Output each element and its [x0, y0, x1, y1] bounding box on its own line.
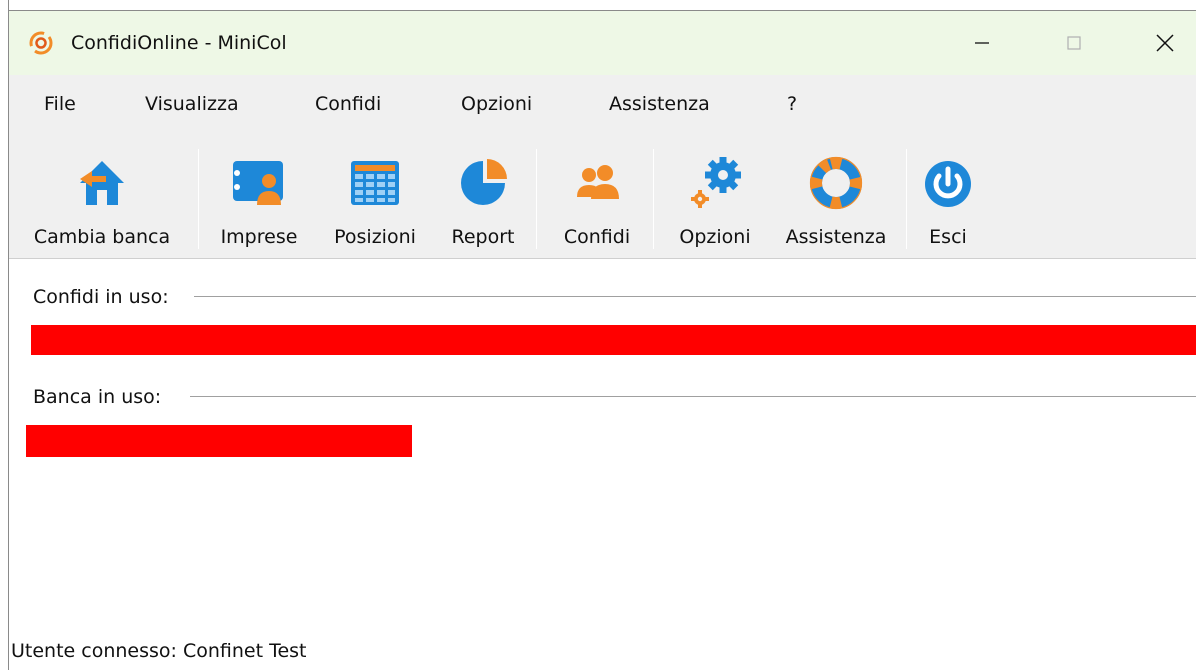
confidi-group-line — [194, 296, 1196, 298]
app-window: ConfidiOnline - MiniCol File Visualizza … — [0, 0, 1196, 670]
business-card-icon — [231, 155, 287, 211]
maximize-button[interactable] — [1046, 11, 1102, 75]
toolbar: Cambia banca Imprese Posizioni Report Co… — [9, 137, 1196, 259]
cambia-banca-label: Cambia banca — [33, 226, 171, 248]
menu-opzioni[interactable]: Opzioni — [461, 93, 532, 115]
opzioni-label: Opzioni — [679, 226, 751, 248]
menu-help[interactable]: ? — [787, 93, 797, 115]
menu-assistenza[interactable]: Assistenza — [609, 93, 710, 115]
main-content: Confidi in uso: Banca in uso: Utente con… — [9, 260, 1196, 670]
pie-chart-icon — [455, 155, 511, 211]
toolbar-separator — [536, 149, 537, 249]
posizioni-label: Posizioni — [334, 226, 416, 248]
report-button[interactable]: Report — [437, 137, 529, 259]
window-title: ConfidiOnline - MiniCol — [71, 32, 287, 54]
confidi-value-redacted — [31, 325, 1196, 355]
minimize-icon — [975, 42, 989, 44]
esci-button[interactable]: Esci — [915, 137, 981, 259]
esci-label: Esci — [929, 226, 967, 248]
spreadsheet-icon — [347, 155, 403, 211]
confidi-button[interactable]: Confidi — [547, 137, 647, 259]
maximize-icon — [1067, 36, 1081, 50]
menu-confidi[interactable]: Confidi — [315, 93, 381, 115]
gears-icon — [687, 155, 743, 211]
title-bar[interactable]: ConfidiOnline - MiniCol — [9, 11, 1196, 75]
menu-visualizza[interactable]: Visualizza — [145, 93, 239, 115]
confidi-in-uso-label: Confidi in uso: — [33, 286, 175, 308]
imprese-label: Imprese — [220, 226, 298, 248]
banca-group-line — [190, 396, 1196, 398]
status-bar-text: Utente connesso: Confinet Test — [11, 640, 307, 662]
assistenza-button[interactable]: Assistenza — [777, 137, 895, 259]
home-arrow-icon — [74, 155, 130, 211]
report-label: Report — [451, 226, 515, 248]
banca-in-uso-label: Banca in uso: — [33, 386, 168, 408]
close-icon — [1156, 34, 1174, 52]
posizioni-button[interactable]: Posizioni — [325, 137, 425, 259]
imprese-button[interactable]: Imprese — [209, 137, 309, 259]
app-logo-icon — [29, 31, 53, 55]
menu-bar: File Visualizza Confidi Opzioni Assisten… — [9, 75, 1196, 137]
menu-file[interactable]: File — [44, 93, 76, 115]
toolbar-separator — [198, 149, 199, 249]
power-icon — [920, 155, 976, 211]
assistenza-label: Assistenza — [785, 226, 887, 248]
banca-value-redacted — [26, 425, 412, 457]
users-icon — [569, 155, 625, 211]
confidi-label: Confidi — [563, 226, 631, 248]
toolbar-separator — [906, 149, 907, 249]
lifebuoy-icon — [808, 155, 864, 211]
close-button[interactable] — [1137, 11, 1193, 75]
toolbar-separator — [653, 149, 654, 249]
minimize-button[interactable] — [954, 11, 1010, 75]
opzioni-button[interactable]: Opzioni — [665, 137, 765, 259]
cambia-banca-button[interactable]: Cambia banca — [17, 137, 187, 259]
